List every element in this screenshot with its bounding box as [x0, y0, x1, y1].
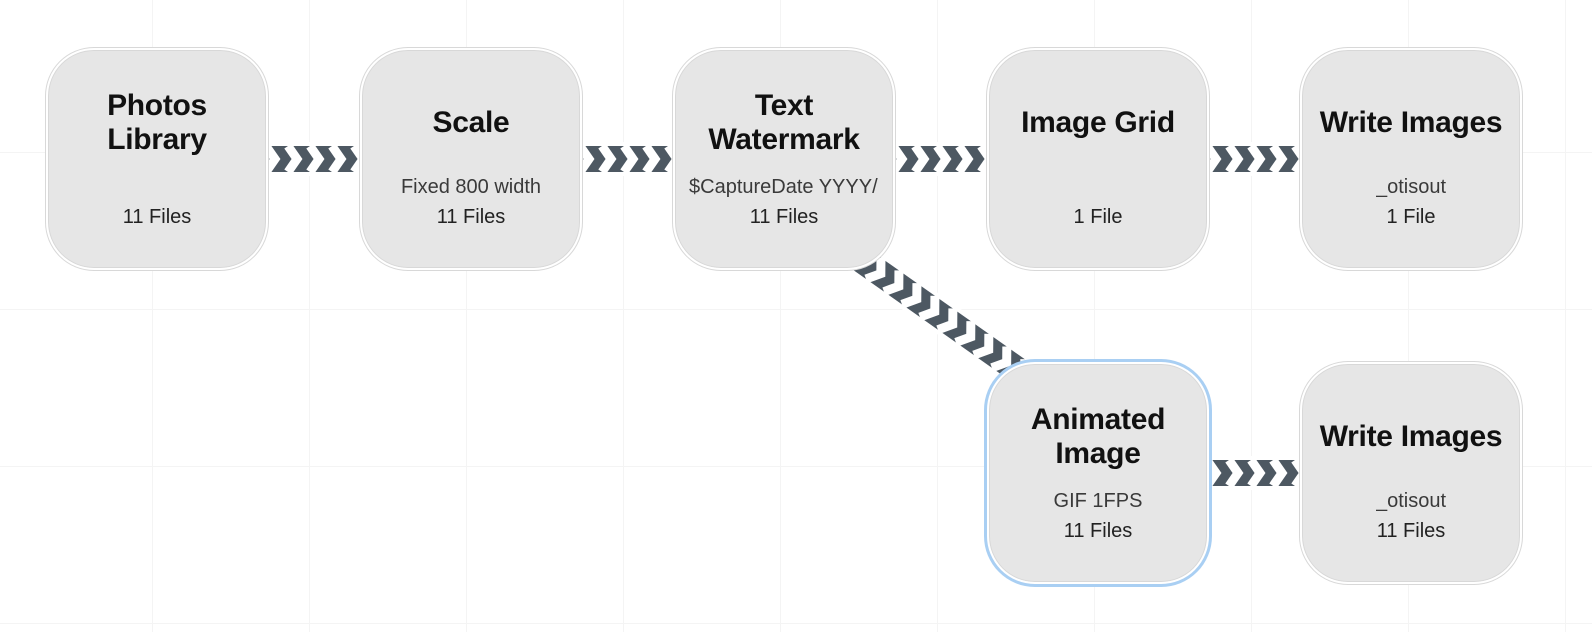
node-title: Write Images [1320, 420, 1503, 454]
node-write-images-top[interactable]: Write Images _otisout 1 File [1300, 48, 1522, 270]
node-title: Text Watermark [691, 89, 877, 157]
node-animated-image[interactable]: Animated Image GIF 1FPS 11 Files [987, 362, 1209, 584]
node-file-count: 11 Files [750, 206, 819, 229]
node-title: Image Grid [1021, 106, 1175, 140]
node-subtitle: Fixed 800 width [401, 176, 541, 200]
node-subtitle: $CaptureDate YYYY/MM [689, 176, 879, 200]
node-file-count: 1 File [1074, 206, 1123, 229]
node-subtitle: _otisout [1376, 490, 1446, 514]
workflow-canvas[interactable]: Photos Library 11 Files Scale Fixed 800 … [0, 0, 1592, 632]
node-title: Photos Library [64, 89, 250, 157]
node-subtitle: _otisout [1376, 176, 1446, 200]
node-file-count: 11 Files [1377, 520, 1446, 543]
node-file-count: 11 Files [123, 206, 192, 229]
node-file-count: 11 Files [1064, 520, 1133, 543]
node-title: Scale [433, 106, 510, 140]
node-image-grid[interactable]: Image Grid 1 File [987, 48, 1209, 270]
node-file-count: 11 Files [437, 206, 506, 229]
node-photos-library[interactable]: Photos Library 11 Files [46, 48, 268, 270]
node-text-watermark[interactable]: Text Watermark $CaptureDate YYYY/MM 11 F… [673, 48, 895, 270]
node-subtitle: GIF 1FPS [1054, 490, 1143, 514]
node-scale[interactable]: Scale Fixed 800 width 11 Files [360, 48, 582, 270]
node-title: Write Images [1320, 106, 1503, 140]
node-title: Animated Image [1005, 403, 1191, 471]
node-file-count: 1 File [1387, 206, 1436, 229]
node-write-images-bottom[interactable]: Write Images _otisout 11 Files [1300, 362, 1522, 584]
